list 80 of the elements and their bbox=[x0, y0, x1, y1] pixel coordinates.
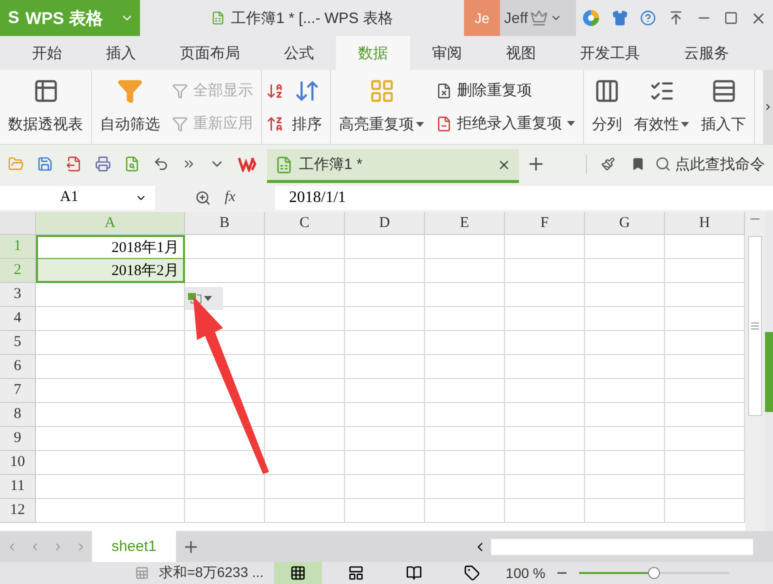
document-icon bbox=[211, 11, 226, 25]
column-header[interactable]: H bbox=[665, 212, 745, 235]
filter-icon bbox=[172, 82, 188, 98]
slider-thumb[interactable] bbox=[648, 567, 660, 579]
caret-icon[interactable] bbox=[416, 122, 424, 127]
grid-icon bbox=[290, 565, 306, 581]
row-header[interactable]: 3 bbox=[0, 283, 36, 307]
ribbon-button[interactable]: 自动筛选 bbox=[96, 70, 164, 144]
column-header[interactable]: C bbox=[265, 212, 345, 235]
column-header[interactable]: G bbox=[585, 212, 665, 235]
window-title: 工作簿1 * [...- WPS 表格 bbox=[231, 8, 393, 28]
ribbon-tab[interactable]: 页面布局 bbox=[158, 36, 262, 70]
ribbon-tab[interactable]: 云服务 bbox=[662, 36, 751, 70]
ribbon-button[interactable]: 有效性 bbox=[630, 70, 693, 144]
row-header[interactable]: 10 bbox=[0, 451, 36, 475]
table-icon bbox=[32, 78, 58, 104]
table-cell: 2018年1月 bbox=[36, 235, 185, 259]
sheet-tab[interactable]: sheet1 bbox=[92, 531, 176, 562]
column-header[interactable]: F bbox=[505, 212, 585, 235]
sort-icon bbox=[294, 78, 320, 104]
row-header[interactable]: 9 bbox=[0, 427, 36, 451]
filter-icon bbox=[172, 116, 188, 132]
paste-options-button[interactable] bbox=[185, 287, 223, 310]
ribbon-tab[interactable]: 开发工具 bbox=[558, 36, 662, 70]
app-name: WPS 表格 bbox=[25, 8, 103, 30]
ribbon-button[interactable]: 删除重复项 bbox=[432, 79, 579, 102]
row-header[interactable]: 12 bbox=[0, 499, 36, 523]
caret-icon[interactable] bbox=[567, 121, 575, 126]
view-button[interactable] bbox=[274, 562, 322, 584]
sort-ascending-icon[interactable] bbox=[266, 82, 284, 100]
ribbon-tab[interactable]: 公式 bbox=[262, 36, 336, 70]
ribbon-tab[interactable]: 开始 bbox=[10, 36, 84, 70]
user-name[interactable]: Jeff bbox=[504, 10, 528, 26]
ribbon-button[interactable]: 拒绝录入重复项 bbox=[432, 112, 579, 135]
document-tab[interactable]: 工作簿1 * bbox=[267, 149, 519, 183]
row-header[interactable]: 11 bbox=[0, 475, 36, 499]
filter-icon bbox=[117, 78, 143, 104]
sheet-icon[interactable] bbox=[135, 566, 149, 580]
column-header[interactable]: B bbox=[185, 212, 265, 235]
page-layout-icon bbox=[348, 565, 364, 581]
row-header[interactable]: 8 bbox=[0, 403, 36, 427]
ribbon-button[interactable]: 排序 bbox=[288, 70, 326, 144]
crown-icon[interactable] bbox=[530, 9, 548, 27]
document-x-icon bbox=[436, 82, 452, 98]
row-header[interactable]: 6 bbox=[0, 355, 36, 379]
ribbon-button[interactable]: 插入下 bbox=[697, 70, 750, 144]
search-field[interactable]: 点此查找命令 bbox=[675, 154, 765, 174]
zoom-level: 100 % bbox=[506, 565, 546, 581]
tag-icon bbox=[464, 565, 480, 581]
document-minus-icon bbox=[436, 116, 452, 132]
zoom-icon[interactable] bbox=[194, 190, 211, 206]
rows-icon bbox=[710, 78, 736, 104]
column-header[interactable]: E bbox=[425, 212, 505, 235]
function-button[interactable]: fx bbox=[224, 189, 236, 206]
ribbon-tab[interactable]: 视图 bbox=[484, 36, 558, 70]
column-header[interactable]: D bbox=[345, 212, 425, 235]
row-header[interactable]: 4 bbox=[0, 307, 36, 331]
logo-mark: S bbox=[8, 8, 20, 28]
horizontal-scrollbar[interactable] bbox=[491, 538, 753, 554]
sum-readout: 求和=8万6233 ... bbox=[159, 564, 264, 582]
search-icon[interactable] bbox=[655, 156, 671, 172]
columns-icon bbox=[594, 78, 620, 104]
caret-icon[interactable] bbox=[681, 122, 689, 127]
ribbon-button[interactable]: 数据透视表 bbox=[4, 70, 87, 144]
ribbon-button[interactable]: 高亮重复项 bbox=[335, 70, 428, 144]
row-header[interactable]: 7 bbox=[0, 379, 36, 403]
ribbon-button[interactable]: 分列 bbox=[588, 70, 626, 144]
row-header[interactable]: 5 bbox=[0, 331, 36, 355]
ribbon-tab[interactable]: 审阅 bbox=[410, 36, 484, 70]
grid-icon bbox=[368, 78, 394, 104]
side-panel-handle[interactable] bbox=[765, 332, 773, 412]
scrollbar-thumb[interactable] bbox=[748, 236, 762, 416]
caret-icon bbox=[204, 296, 212, 301]
formula-field[interactable]: 2018/1/1 bbox=[275, 186, 773, 210]
ribbon-tab[interactable]: 插入 bbox=[84, 36, 158, 70]
table-cell: 2018年2月 bbox=[36, 259, 185, 283]
book-icon bbox=[406, 565, 422, 581]
spreadsheet-icon bbox=[275, 156, 293, 174]
sort-descending-icon[interactable] bbox=[266, 114, 284, 132]
name-box[interactable]: A1 bbox=[0, 186, 155, 210]
